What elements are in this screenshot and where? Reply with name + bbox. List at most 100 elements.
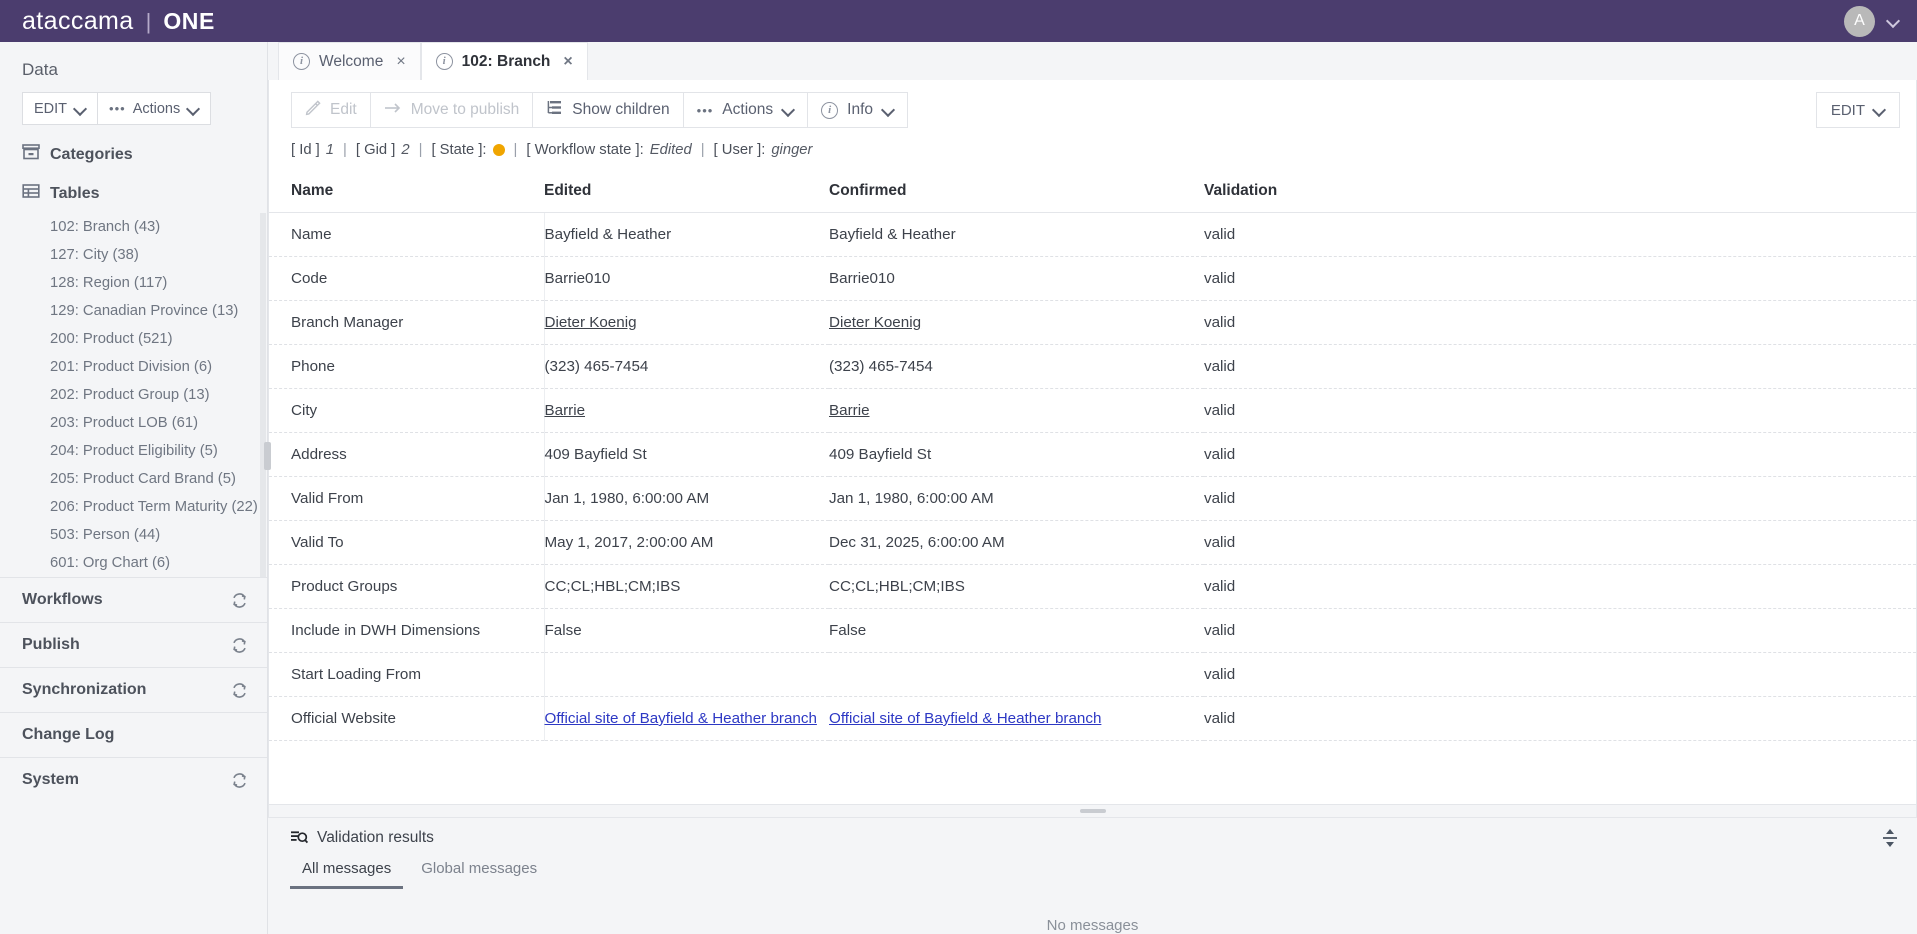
- close-icon[interactable]: ×: [563, 53, 572, 71]
- sidebar-item-workflows[interactable]: Workflows: [0, 577, 267, 622]
- cell-confirmed: [829, 653, 1204, 697]
- expand-vertical-icon[interactable]: [1881, 828, 1899, 848]
- column-header-validation[interactable]: Validation: [1204, 170, 1916, 213]
- brand-logo[interactable]: ataccama | ONE: [22, 7, 215, 36]
- cell-confirmed: Barrie010: [829, 257, 1204, 301]
- sidebar-actions-button[interactable]: ••• Actions: [98, 92, 211, 125]
- reference-link[interactable]: Dieter Koenig: [829, 314, 921, 331]
- close-icon[interactable]: ×: [396, 53, 405, 71]
- sidebar-table-item[interactable]: 128: Region (117): [0, 269, 267, 297]
- sync-icon[interactable]: [230, 771, 249, 790]
- cell-confirmed[interactable]: Barrie: [829, 389, 1204, 433]
- table-row[interactable]: Product GroupsCC;CL;HBL;CM;IBSCC;CL;HBL;…: [269, 565, 1916, 609]
- table-row[interactable]: Official WebsiteOfficial site of Bayfiel…: [269, 697, 1916, 741]
- table-row[interactable]: Valid FromJan 1, 1980, 6:00:00 AMJan 1, …: [269, 477, 1916, 521]
- actions-button-label: Actions: [722, 101, 773, 119]
- cell-edited[interactable]: Official site of Bayfield & Heather bran…: [544, 697, 829, 741]
- table-row[interactable]: Valid ToMay 1, 2017, 2:00:00 AMDec 31, 2…: [269, 521, 1916, 565]
- record-detail-panel: Edit Move to publish Show: [268, 80, 1917, 818]
- reference-link[interactable]: Barrie: [829, 402, 870, 419]
- cell-confirmed: 409 Bayfield St: [829, 433, 1204, 477]
- sidebar-table-item[interactable]: 202: Product Group (13): [0, 381, 267, 409]
- reference-link[interactable]: Barrie: [545, 402, 586, 419]
- sidebar-table-item[interactable]: 204: Product Eligibility (5): [0, 437, 267, 465]
- cell-edited[interactable]: Dieter Koenig: [544, 301, 829, 345]
- cell-validation: valid: [1204, 477, 1916, 521]
- sidebar-table-item[interactable]: 205: Product Card Brand (5): [0, 465, 267, 493]
- table-row[interactable]: CodeBarrie010Barrie010valid: [269, 257, 1916, 301]
- user-menu[interactable]: A: [1844, 6, 1899, 37]
- table-row[interactable]: Start Loading Fromvalid: [269, 653, 1916, 697]
- sidebar-edit-button[interactable]: EDIT: [22, 92, 98, 125]
- tab-102-branch[interactable]: i102: Branch×: [421, 42, 588, 80]
- external-link[interactable]: Official site of Bayfield & Heather bran…: [829, 710, 1101, 727]
- validation-tab-all-messages[interactable]: All messages: [290, 854, 403, 889]
- cell-validation: valid: [1204, 697, 1916, 741]
- table-header: NameEditedConfirmedValidation: [269, 170, 1916, 213]
- main-area: iWelcome×i102: Branch× Edit: [268, 42, 1917, 934]
- sidebar-table-item[interactable]: 206: Product Term Maturity (22): [0, 493, 267, 521]
- sidebar-item-change-log[interactable]: Change Log: [0, 712, 267, 757]
- cell-confirmed[interactable]: Official site of Bayfield & Heather bran…: [829, 697, 1204, 741]
- user-value: ginger: [771, 142, 812, 158]
- column-header-confirmed[interactable]: Confirmed: [829, 170, 1204, 213]
- avatar[interactable]: A: [1844, 6, 1875, 37]
- sidebar-item-publish[interactable]: Publish: [0, 622, 267, 667]
- cell-edited[interactable]: Barrie: [544, 389, 829, 433]
- tab-welcome[interactable]: iWelcome×: [278, 42, 421, 80]
- column-header-edited[interactable]: Edited: [544, 170, 829, 213]
- record-edit-label: EDIT: [1831, 102, 1865, 119]
- sidebar-item-label: Categories: [50, 146, 133, 164]
- sidebar-item-tables[interactable]: Tables: [0, 174, 267, 213]
- sidebar-table-item[interactable]: 201: Product Division (6): [0, 353, 267, 381]
- table-row[interactable]: Include in DWH DimensionsFalseFalsevalid: [269, 609, 1916, 653]
- validation-tab-global-messages[interactable]: Global messages: [409, 854, 549, 889]
- cell-edited: Jan 1, 1980, 6:00:00 AM: [544, 477, 829, 521]
- sync-icon[interactable]: [230, 681, 249, 700]
- actions-button[interactable]: ••• Actions: [684, 92, 809, 128]
- sidebar-table-item[interactable]: 102: Branch (43): [0, 213, 267, 241]
- table-row[interactable]: Address409 Bayfield St409 Bayfield Stval…: [269, 433, 1916, 477]
- sidebar-scrollbar[interactable]: [260, 213, 266, 577]
- reference-link[interactable]: Dieter Koenig: [545, 314, 637, 331]
- sync-icon[interactable]: [230, 636, 249, 655]
- sidebar-item-label: System: [22, 771, 79, 789]
- table-row[interactable]: Phone(323) 465-7454(323) 465-7454valid: [269, 345, 1916, 389]
- sync-icon[interactable]: [230, 591, 249, 610]
- sidebar-table-item[interactable]: 601: Org Chart (6): [0, 549, 267, 577]
- show-children-label: Show children: [572, 101, 669, 119]
- sidebar-edit-label: EDIT: [34, 101, 67, 117]
- cell-edited: Barrie010: [544, 257, 829, 301]
- chevron-down-icon[interactable]: [1887, 15, 1899, 27]
- edit-button[interactable]: Edit: [291, 92, 371, 128]
- sidebar-table-item[interactable]: 129: Canadian Province (13): [0, 297, 267, 325]
- sidebar-table-item[interactable]: 203: Product LOB (61): [0, 409, 267, 437]
- cell-confirmed: Jan 1, 1980, 6:00:00 AM: [829, 477, 1204, 521]
- cell-attribute-name: Include in DWH Dimensions: [269, 609, 544, 653]
- show-children-button[interactable]: Show children: [533, 92, 683, 128]
- sidebar: Data EDIT ••• Actions Categories: [0, 42, 268, 934]
- cell-validation: valid: [1204, 565, 1916, 609]
- cell-attribute-name: Valid To: [269, 521, 544, 565]
- splitter-grip[interactable]: [1080, 809, 1106, 813]
- cell-edited: [544, 653, 829, 697]
- cell-validation: valid: [1204, 213, 1916, 257]
- move-to-publish-button[interactable]: Move to publish: [371, 92, 534, 128]
- sidebar-table-item[interactable]: 503: Person (44): [0, 521, 267, 549]
- sidebar-item-synchronization[interactable]: Synchronization: [0, 667, 267, 712]
- info-button[interactable]: i Info: [808, 92, 908, 128]
- record-edit-dropdown[interactable]: EDIT: [1816, 92, 1900, 128]
- hierarchy-icon: [546, 100, 563, 121]
- cell-confirmed: Dec 31, 2025, 6:00:00 AM: [829, 521, 1204, 565]
- external-link[interactable]: Official site of Bayfield & Heather bran…: [545, 710, 817, 727]
- sidebar-table-item[interactable]: 127: City (38): [0, 241, 267, 269]
- table-row[interactable]: NameBayfield & HeatherBayfield & Heather…: [269, 213, 1916, 257]
- table-row[interactable]: Branch ManagerDieter KoenigDieter Koenig…: [269, 301, 1916, 345]
- sidebar-item-categories[interactable]: Categories: [0, 135, 267, 174]
- column-header-name[interactable]: Name: [269, 170, 544, 213]
- sidebar-table-item[interactable]: 200: Product (521): [0, 325, 267, 353]
- panel-splitter[interactable]: [269, 804, 1916, 817]
- table-row[interactable]: CityBarrieBarrievalid: [269, 389, 1916, 433]
- sidebar-item-system[interactable]: System: [0, 757, 267, 802]
- cell-confirmed[interactable]: Dieter Koenig: [829, 301, 1204, 345]
